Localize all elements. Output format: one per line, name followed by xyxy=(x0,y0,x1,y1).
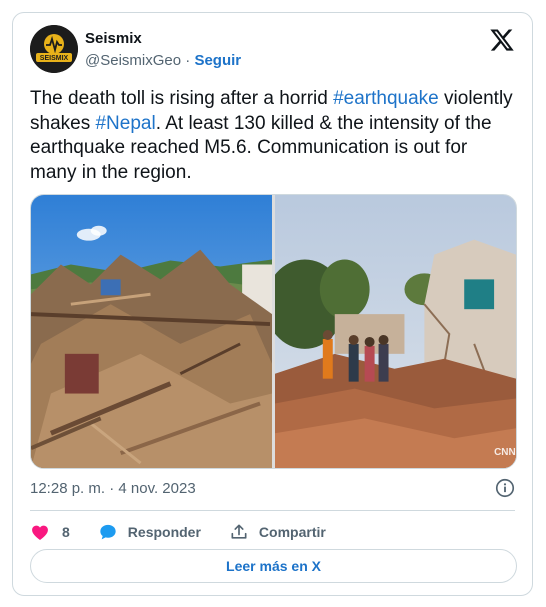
reply-label: Responder xyxy=(127,524,201,540)
follow-link[interactable]: Seguir xyxy=(194,52,241,69)
post-timestamp[interactable]: 12:28 p. m. · 4 nov. 2023 xyxy=(30,480,196,497)
hashtag-earthquake[interactable]: #earthquake xyxy=(333,88,439,109)
action-bar: 8 Responder Compartir xyxy=(30,517,354,547)
read-more-button[interactable]: Leer más en X xyxy=(30,549,517,583)
seismix-logo-icon: SEISMIX xyxy=(30,25,78,73)
account-handle[interactable]: @SeismixGeo xyxy=(85,52,181,69)
share-upload-icon xyxy=(231,524,247,539)
share-label: Compartir xyxy=(258,524,326,540)
display-name[interactable]: Seismix xyxy=(85,30,142,47)
like-button[interactable]: 8 xyxy=(30,522,70,542)
post-text-part: The death toll is rising after a horrid xyxy=(30,88,334,109)
post-text: The death toll is rising after a horrid … xyxy=(30,87,515,185)
media-grid: CNN xyxy=(30,194,517,469)
divider xyxy=(30,510,515,511)
heart-icon xyxy=(32,525,48,540)
speech-bubble-icon xyxy=(100,524,116,540)
avatar[interactable]: SEISMIX xyxy=(30,25,78,73)
earthquake-photo-1[interactable] xyxy=(31,195,272,468)
share-button[interactable]: Compartir xyxy=(229,522,326,542)
info-icon[interactable] xyxy=(494,477,516,499)
separator-dot: · xyxy=(181,52,195,69)
earthquake-photo-2[interactable]: CNN xyxy=(275,195,516,468)
like-count: 8 xyxy=(62,524,70,540)
x-logo-icon[interactable] xyxy=(489,27,515,53)
handle-row: @SeismixGeo · Seguir xyxy=(85,52,241,69)
photo-watermark: CNN xyxy=(494,447,516,458)
avatar-logo-text: SEISMIX xyxy=(40,55,69,62)
hashtag-nepal[interactable]: #Nepal xyxy=(95,113,155,134)
reply-button[interactable]: Responder xyxy=(98,522,201,542)
embedded-post-card: SEISMIX Seismix @SeismixGeo · Seguir The… xyxy=(12,12,533,596)
